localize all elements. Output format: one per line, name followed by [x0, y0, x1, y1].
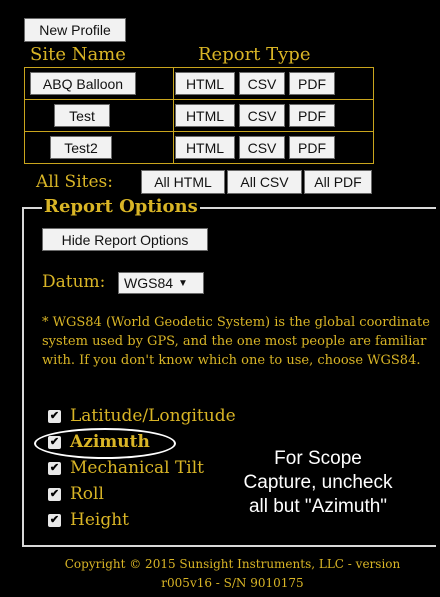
hide-report-options-button[interactable]: Hide Report Options	[42, 228, 208, 251]
footer: Copyright © 2015 Sunsight Instruments, L…	[30, 555, 435, 593]
datum-select[interactable]: WGS84 ▼	[118, 272, 204, 294]
dropdown-arrow-icon: ▼	[178, 277, 188, 289]
row1-csv-button[interactable]: CSV	[239, 72, 285, 95]
row3-pdf-button[interactable]: PDF	[289, 136, 335, 159]
annotation-line: Capture, uncheck	[243, 472, 393, 493]
annotation-line: For Scope	[274, 448, 362, 469]
all-csv-button[interactable]: All CSV	[227, 170, 302, 194]
all-pdf-button[interactable]: All PDF	[304, 170, 372, 194]
report-type-header: Report Type	[198, 44, 311, 65]
new-profile-button[interactable]: New Profile	[24, 18, 126, 42]
latlong-label: Latitude/Longitude	[70, 406, 236, 426]
all-html-button[interactable]: All HTML	[141, 170, 225, 194]
roll-label: Roll	[70, 484, 104, 504]
site-name-header: Site Name	[30, 44, 126, 65]
azimuth-highlight-ellipse	[34, 428, 176, 459]
row2-pdf-button[interactable]: PDF	[289, 104, 335, 127]
datum-note: * WGS84 (World Geodetic System) is the g…	[42, 315, 430, 368]
row2-csv-button[interactable]: CSV	[239, 104, 285, 127]
scope-capture-annotation: For Scope Capture, uncheck all but "Azim…	[218, 447, 418, 519]
mechanical-tilt-checkbox[interactable]: ✔	[48, 462, 61, 475]
copyright-line: Copyright © 2015 Sunsight Instruments, L…	[64, 557, 401, 571]
row1-pdf-button[interactable]: PDF	[289, 72, 335, 95]
mechanical-tilt-label: Mechanical Tilt	[70, 458, 204, 478]
version-line: r005v16 - S/N 9010175	[161, 576, 304, 590]
height-label: Height	[70, 510, 129, 530]
all-sites-label: All Sites:	[36, 172, 113, 192]
annotation-line: all but "Azimuth"	[248, 496, 388, 517]
row3-html-button[interactable]: HTML	[175, 136, 235, 159]
report-options-title: Report Options	[42, 196, 200, 217]
height-checkbox[interactable]: ✔	[48, 514, 61, 527]
row2-html-button[interactable]: HTML	[175, 104, 235, 127]
roll-checkbox[interactable]: ✔	[48, 488, 61, 501]
row1-html-button[interactable]: HTML	[175, 72, 235, 95]
datum-label: Datum:	[42, 272, 106, 292]
site-abq-balloon-button[interactable]: ABQ Balloon	[30, 72, 136, 95]
datum-value: WGS84	[124, 275, 174, 291]
latlong-checkbox[interactable]: ✔	[48, 410, 61, 423]
row3-csv-button[interactable]: CSV	[239, 136, 285, 159]
site-test-button[interactable]: Test	[54, 104, 110, 127]
site-test2-button[interactable]: Test2	[50, 136, 112, 159]
